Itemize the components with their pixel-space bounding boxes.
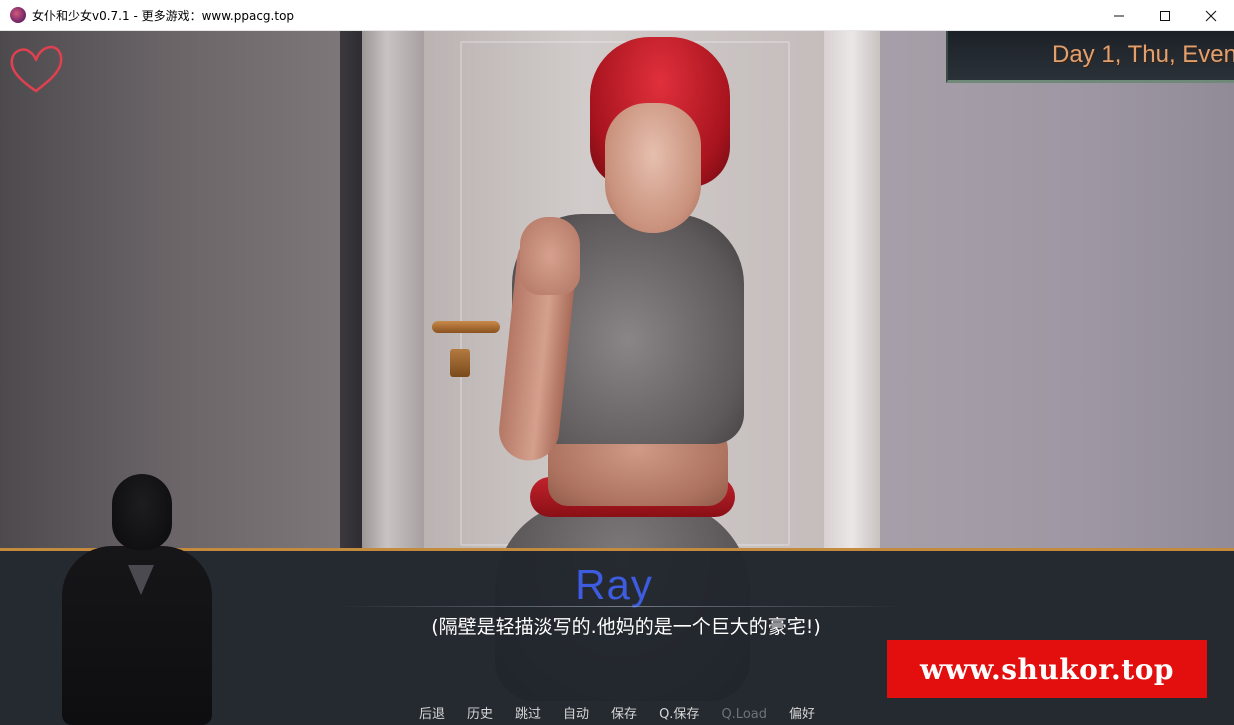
quick-menu-history[interactable]: 历史 [467,707,493,725]
window-title: 女仆和少女v0.7.1 - 更多游戏：www.ppacg.top [32,8,295,23]
scene-door-frame-left [362,31,424,551]
app-icon [10,7,26,23]
game-viewport[interactable]: Day 1, Thu, Evenin Ray (隔壁是轻描淡写的.他妈的是一个巨… [0,31,1234,725]
quick-menu-quick-load[interactable]: Q.Load [721,707,767,725]
speaker-name-text: Ray [575,561,653,608]
date-time-panel: Day 1, Thu, Evenin [946,31,1234,83]
character-face [605,103,701,233]
speaker-name-divider [336,606,904,607]
quick-menu-preferences[interactable]: 偏好 [789,707,815,725]
heart-icon[interactable] [6,39,66,99]
quick-menu-auto[interactable]: 自动 [563,707,589,725]
minimize-icon [1114,15,1124,16]
maximize-button[interactable] [1142,0,1188,31]
scene-wall-left [0,31,370,551]
door-handle-base [450,349,470,377]
date-time-label: Day 1, Thu, Evenin [1052,41,1234,68]
player-silhouette-head [112,474,172,550]
quick-menu-skip[interactable]: 跳过 [515,707,541,725]
window-controls [1096,0,1234,31]
close-button[interactable] [1188,0,1234,31]
scene-wall-right [880,31,1234,551]
quick-menu-quick-save[interactable]: Q.保存 [659,707,699,725]
window-titlebar: 女仆和少女v0.7.1 - 更多游戏：www.ppacg.top [0,0,1234,31]
quick-menu: 后退 历史 跳过 自动 保存 Q.保存 Q.Load 偏好 [0,707,1234,725]
minimize-button[interactable] [1096,0,1142,31]
watermark-text: www.shukor.top [920,652,1174,686]
scene-door-frame-right [824,31,880,551]
watermark-banner: www.shukor.top [887,640,1207,698]
close-icon [1205,10,1217,21]
quick-menu-back[interactable]: 后退 [419,707,445,725]
maximize-icon [1160,10,1170,21]
dialogue-text-content: (隔壁是轻描淡写的.他妈的是一个巨大的豪宅!) [431,616,821,638]
quick-menu-save[interactable]: 保存 [611,707,637,725]
door-handle [432,321,500,333]
character-waving-hand [520,217,580,295]
